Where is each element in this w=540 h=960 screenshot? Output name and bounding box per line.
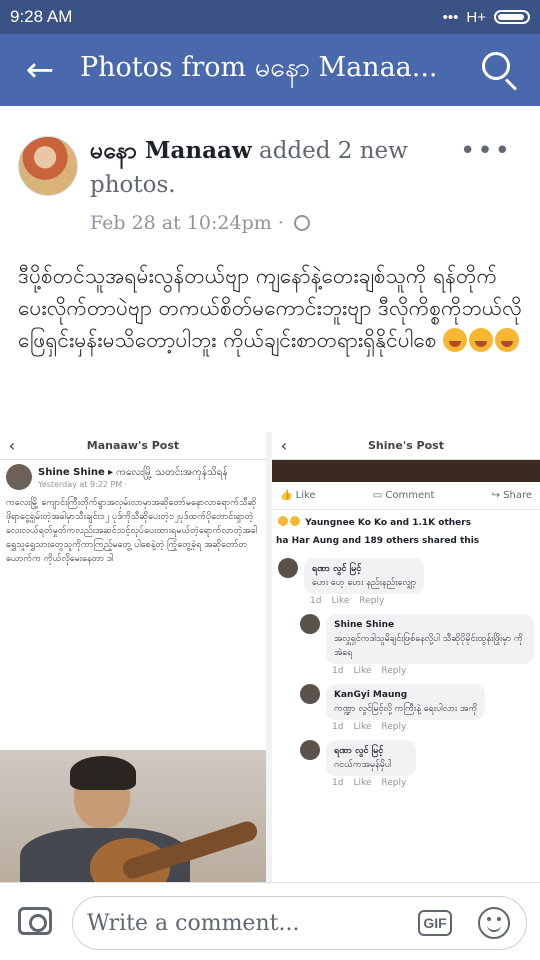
crying-face-icon: [443, 328, 468, 352]
comment-action: ▭ Comment: [372, 490, 435, 501]
more-options-icon[interactable]: •••: [460, 136, 512, 166]
search-icon[interactable]: [460, 34, 540, 106]
comment-icon: ▭: [372, 490, 383, 501]
post-header: မနော Manaaw added 2 new photos. Feb 28 a…: [0, 106, 540, 246]
thumb-icon: 👍: [280, 490, 293, 501]
guitarist-photo: [0, 750, 266, 882]
share-icon: ↪: [491, 490, 500, 501]
globe-icon: [293, 215, 310, 231]
photo-grid: ‹ Manaaw's Post Shine Shine ▸ ကလေးမြို့ …: [0, 432, 540, 882]
shot-title: Manaaw's Post: [86, 439, 180, 452]
timestamp-text: Feb 28 at 10:24pm ·: [90, 212, 284, 234]
battery-icon: [494, 10, 530, 24]
page-title: Photos from မနော Manaa...: [80, 52, 438, 83]
signal-icon: •••: [442, 8, 459, 26]
shot-title: Shine's Post: [368, 439, 444, 452]
shot-comment: ရဏာ လွင် မြင့် ဂငယ်ကအမှန်မှိပါ 1d Like Repl…: [272, 736, 540, 792]
author-line: မနော Manaaw added 2 new photos.: [90, 134, 450, 202]
post-timestamp[interactable]: Feb 28 at 10:24pm ·: [90, 212, 310, 234]
reaction-icon: [290, 516, 300, 526]
shot-text: ကလေးမြို့ ကျောင်းကြီးတိုက်ရွာအလှမ်းလာမှာ…: [6, 498, 258, 564]
shot-time: Yesterday at 9:22 PM ·: [38, 480, 128, 489]
shot-comment: KanGyi Maung ကဏ္ဍာ လွင်မြင့်လို့ ကကြီးနဲ့…: [272, 680, 540, 736]
post-body: ဒီပို့စ်တင်သူအရမ်းလွန်တယ်ဗျာ ကျနော်နဲ့တေ…: [18, 260, 523, 356]
photo-right[interactable]: ‹ Shine's Post 👍 Like ▭ Comment ↪ Share …: [272, 432, 540, 882]
comment-avatar: [300, 614, 320, 634]
gif-icon[interactable]: GIF: [418, 910, 452, 936]
back-arrow-icon[interactable]: ←: [0, 50, 80, 90]
crying-face-icon: [495, 328, 520, 352]
author-name[interactable]: မနော Manaaw: [90, 137, 252, 164]
comment-bar: GIF: [0, 882, 540, 960]
share-action: ↪ Share: [491, 490, 532, 501]
crying-face-icon: [469, 328, 494, 352]
status-time: 9:28 AM: [10, 7, 73, 26]
shot-reactions: Yaungnee Ko Ko and 1.1K others: [272, 510, 540, 534]
chevron-left-icon: ‹: [280, 436, 288, 455]
network-type: H+: [466, 8, 486, 26]
photo-left[interactable]: ‹ Manaaw's Post Shine Shine ▸ ကလေးမြို့ …: [0, 432, 266, 882]
comment-avatar: [300, 740, 320, 760]
nav-bar: ← Photos from မနော Manaa...: [0, 34, 540, 106]
status-icons: ••• H+: [443, 9, 530, 26]
author-avatar[interactable]: [18, 136, 78, 196]
shot-author: Shine Shine ▸ ကလေးမြို့ သတင်းအကုန်သိရန် …: [0, 460, 266, 494]
shot-comment: Shine Shine အလှူရှင်ကဒါသူမိချင်းဖြစ်နေလို…: [272, 610, 540, 680]
shot-actions: 👍 Like ▭ Comment ↪ Share: [272, 482, 540, 510]
shot-header-right: ‹ Shine's Post: [272, 432, 540, 460]
chevron-left-icon: ‹: [8, 436, 16, 455]
shot-author-name: Shine Shine ▸ ကလေးမြို့ သတင်းအကုန်သိရန်: [38, 467, 228, 478]
status-bar: 9:28 AM ••• H+: [0, 0, 540, 34]
comment-field: GIF: [72, 896, 527, 950]
shot-avatar: [6, 464, 32, 490]
comment-avatar: [300, 684, 320, 704]
camera-icon[interactable]: [18, 907, 52, 935]
shot-shared: ha Har Aung and 189 others shared this: [276, 536, 480, 546]
like-action: 👍 Like: [280, 490, 316, 501]
shot-comment: ရဏာ လွင် မြင့် ဟေး ဟေ့ ဟေး နည်းနည်းလျှော့…: [272, 554, 540, 610]
sticker-icon[interactable]: [478, 907, 510, 939]
comment-input[interactable]: [87, 897, 387, 949]
shot-image-strip: [272, 460, 540, 482]
shot-header-left: ‹ Manaaw's Post: [0, 432, 266, 460]
reaction-icon: [278, 516, 288, 526]
comment-avatar: [278, 558, 298, 578]
